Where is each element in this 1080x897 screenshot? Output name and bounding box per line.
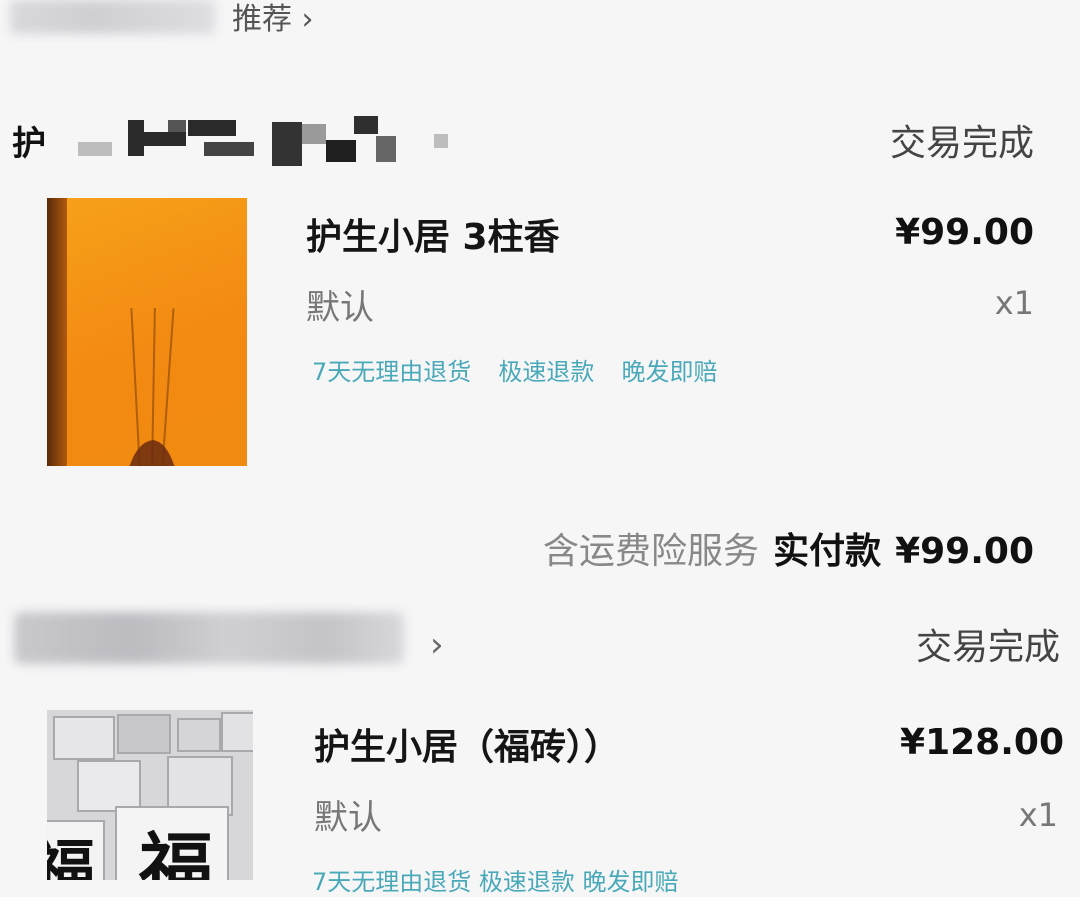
paid-amount: ¥99.00 <box>895 531 1034 572</box>
order-status: 交易完成 <box>889 123 1034 164</box>
product-title[interactable]: 护生小居 3柱香 <box>306 208 560 260</box>
pixelated-shop-name[interactable] <box>72 112 452 170</box>
product-thumbnail[interactable] <box>47 198 247 466</box>
product-quantity: x1 <box>1018 796 1058 834</box>
order-status: 交易完成 <box>915 627 1060 668</box>
shop-name-prefix[interactable]: 护 <box>12 116 46 165</box>
product-price: ¥128.00 <box>900 722 1064 763</box>
recommend-link[interactable]: 推荐 › <box>232 0 314 38</box>
service-tags: 7天无理由退货 极速退款 晚发即赔 <box>312 352 739 387</box>
paid-label: 实付款 <box>773 531 882 572</box>
product-price: ¥99.00 <box>895 212 1034 253</box>
service-tags: 7天无理由退货 极速退款 晚发即赔 <box>312 868 679 896</box>
shop-name-blurred[interactable] <box>14 612 404 664</box>
tag-return: 7天无理由退货 <box>312 358 472 386</box>
order-summary: 含运费险服务 实付款 ¥99.00 <box>543 522 1034 574</box>
blurred-header-text <box>10 0 215 34</box>
product-quantity: x1 <box>994 284 1034 322</box>
chevron-right-icon[interactable]: › <box>430 625 444 665</box>
product-thumbnail[interactable]: 福 福 <box>47 710 253 880</box>
product-spec: 默认 <box>306 288 374 328</box>
fu-character-art: 福 <box>47 832 96 880</box>
tag-fast-refund: 极速退款 <box>498 358 595 386</box>
product-spec: 默认 <box>314 798 382 838</box>
product-title[interactable]: 护生小居（福砖）） <box>314 718 620 770</box>
fu-character-art: 福 <box>139 825 213 880</box>
shipping-insurance-note: 含运费险服务 <box>543 531 760 572</box>
tag-late-compensation: 晚发即赔 <box>621 358 718 386</box>
